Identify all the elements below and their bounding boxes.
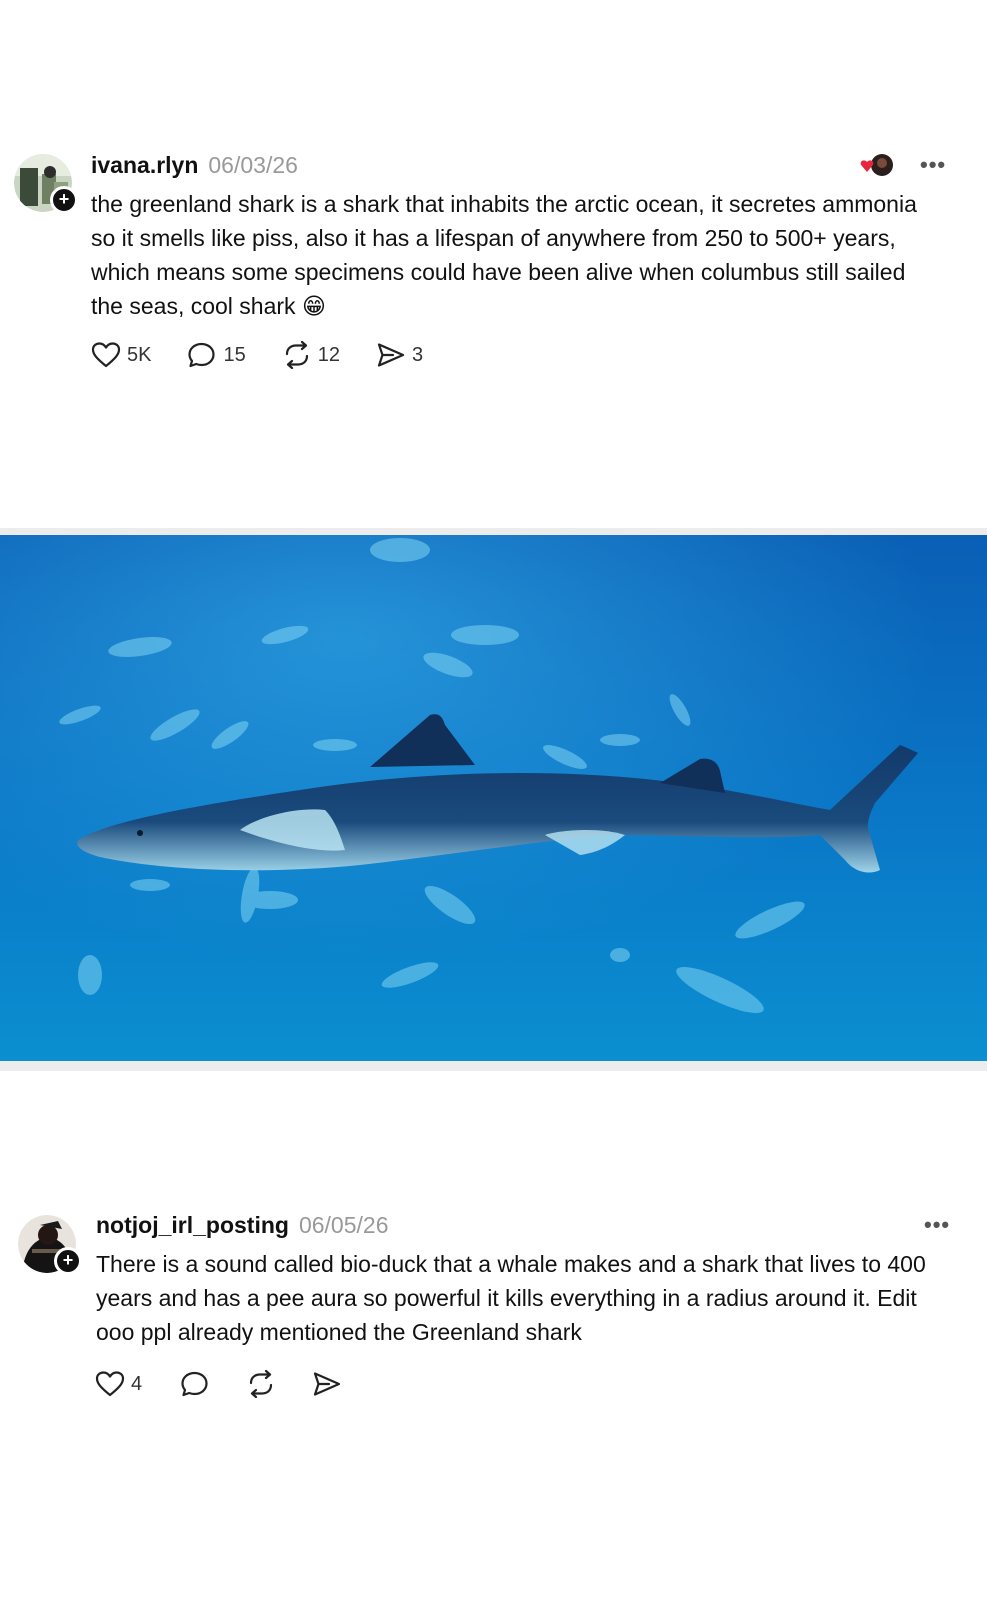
post-header: ivana.rlyn 06/03/26 — [91, 152, 298, 182]
repost-count: 12 — [317, 343, 340, 366]
heart-icon — [95, 1371, 125, 1397]
avatar[interactable]: + — [14, 154, 78, 214]
post-actions: 4 — [95, 1370, 378, 1398]
repost-button[interactable] — [246, 1370, 276, 1398]
avatar[interactable]: + — [18, 1215, 82, 1275]
share-icon — [377, 343, 405, 367]
more-icon[interactable]: ••• — [924, 1212, 950, 1238]
repost-icon — [250, 1370, 273, 1398]
username[interactable]: ivana.rlyn — [91, 152, 198, 179]
post-header: notjoj_irl_posting 06/05/26 — [96, 1212, 388, 1242]
post-date: 06/05/26 — [298, 1212, 389, 1238]
shark-photo[interactable] — [0, 535, 987, 1061]
share-count: 3 — [411, 343, 424, 366]
follow-plus-icon[interactable]: + — [50, 186, 78, 214]
share-button[interactable]: 3 — [376, 341, 423, 369]
post-actions: 5K 15 12 3 — [91, 341, 459, 369]
post-date: 06/03/26 — [208, 152, 298, 178]
post-text: the greenland shark is a shark that inha… — [91, 191, 917, 319]
comment-button[interactable] — [180, 1370, 210, 1398]
post-text: There is a sound called bio-duck that a … — [96, 1251, 926, 1345]
comment-button[interactable]: 15 — [187, 341, 246, 369]
like-count: 5K — [127, 343, 152, 366]
repost-button[interactable]: 12 — [282, 341, 340, 369]
comment-icon — [188, 342, 216, 368]
comment-count: 15 — [223, 343, 246, 366]
share-icon — [314, 1372, 341, 1396]
comment-icon — [181, 1371, 208, 1397]
post-2: + notjoj_irl_posting 06/05/26 ••• There … — [0, 1071, 987, 1600]
like-count: 4 — [131, 1372, 143, 1395]
username[interactable]: notjoj_irl_posting — [96, 1212, 289, 1239]
heart-icon — [91, 342, 121, 368]
repost-icon — [285, 341, 308, 369]
like-button[interactable]: 5K — [91, 341, 151, 369]
divider — [0, 1061, 987, 1071]
more-icon[interactable]: ••• — [920, 152, 946, 178]
like-button[interactable]: 4 — [95, 1370, 142, 1398]
liked-by-avatars[interactable] — [856, 152, 896, 180]
follow-plus-icon[interactable]: + — [54, 1247, 82, 1275]
post-1: + ivana.rlyn 06/03/26 ••• the greenland … — [0, 0, 987, 520]
share-button[interactable] — [312, 1370, 342, 1398]
